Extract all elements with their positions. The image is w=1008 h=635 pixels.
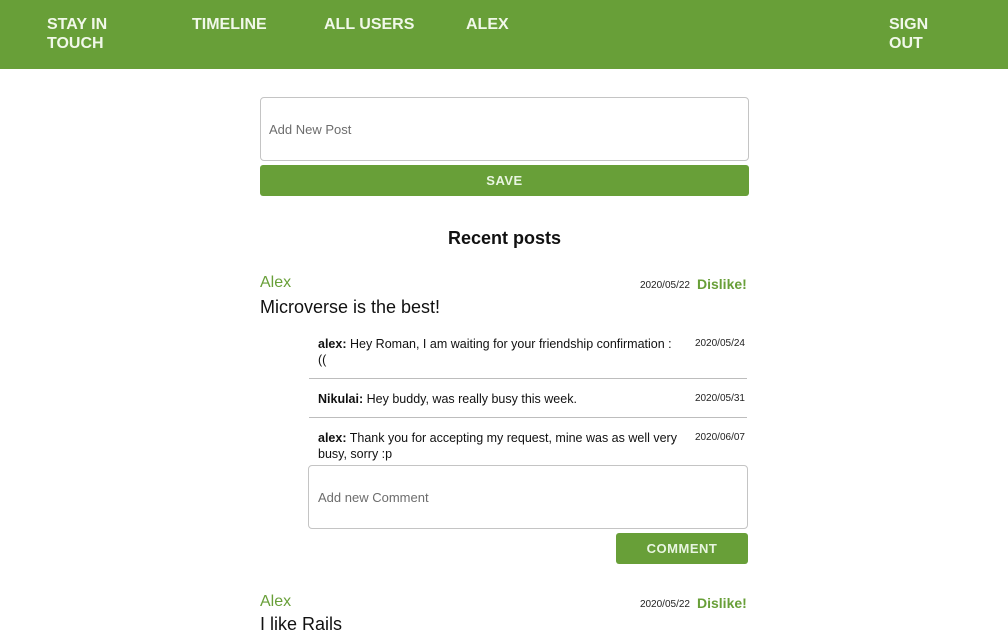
comment-date: 2020/05/31 bbox=[694, 393, 745, 404]
nav-user-profile[interactable]: ALEX bbox=[466, 15, 509, 34]
comments-list: alex: Hey Roman, I am waiting for your f… bbox=[309, 324, 747, 473]
navbar: STAY IN TOUCH TIMELINE ALL USERS ALEX SI… bbox=[0, 0, 1008, 69]
comment-text: Hey Roman, I am waiting for your friends… bbox=[318, 337, 672, 367]
comment-text: Thank you for accepting my request, mine… bbox=[318, 431, 677, 461]
post-date: 2020/05/22 bbox=[639, 599, 690, 610]
nav-timeline[interactable]: TIMELINE bbox=[192, 15, 267, 34]
recent-posts-title: Recent posts bbox=[447, 228, 562, 248]
new-comment-input[interactable] bbox=[308, 465, 748, 529]
new-post-input[interactable] bbox=[260, 97, 749, 161]
post-body: I like Rails bbox=[260, 614, 343, 634]
dislike-button[interactable]: Dislike! bbox=[697, 276, 747, 292]
comment-date: 2020/06/07 bbox=[694, 432, 745, 443]
post-author-link[interactable]: Alex bbox=[260, 593, 291, 611]
comment-author: alex: bbox=[318, 431, 347, 445]
comment-author: alex: bbox=[318, 337, 347, 351]
dislike-button[interactable]: Dislike! bbox=[697, 595, 747, 611]
post-author-link[interactable]: Alex bbox=[260, 274, 291, 292]
brand-link[interactable]: STAY IN TOUCH bbox=[47, 15, 137, 53]
comment-author: Nikulai: bbox=[318, 392, 364, 406]
comment-item: Nikulai: Hey buddy, was really busy this… bbox=[309, 379, 747, 418]
comment-item: alex: Hey Roman, I am waiting for your f… bbox=[309, 324, 747, 379]
post-body: Microverse is the best! bbox=[260, 297, 441, 317]
comment-button[interactable]: COMMENT bbox=[616, 533, 748, 564]
nav-all-users[interactable]: ALL USERS bbox=[324, 15, 414, 34]
comment-date: 2020/05/24 bbox=[694, 338, 745, 349]
comment-text: Hey buddy, was really busy this week. bbox=[366, 392, 577, 406]
save-post-button[interactable]: SAVE bbox=[260, 165, 749, 196]
sign-out-link[interactable]: SIGN OUT bbox=[889, 15, 949, 53]
post-date: 2020/05/22 bbox=[639, 280, 690, 291]
